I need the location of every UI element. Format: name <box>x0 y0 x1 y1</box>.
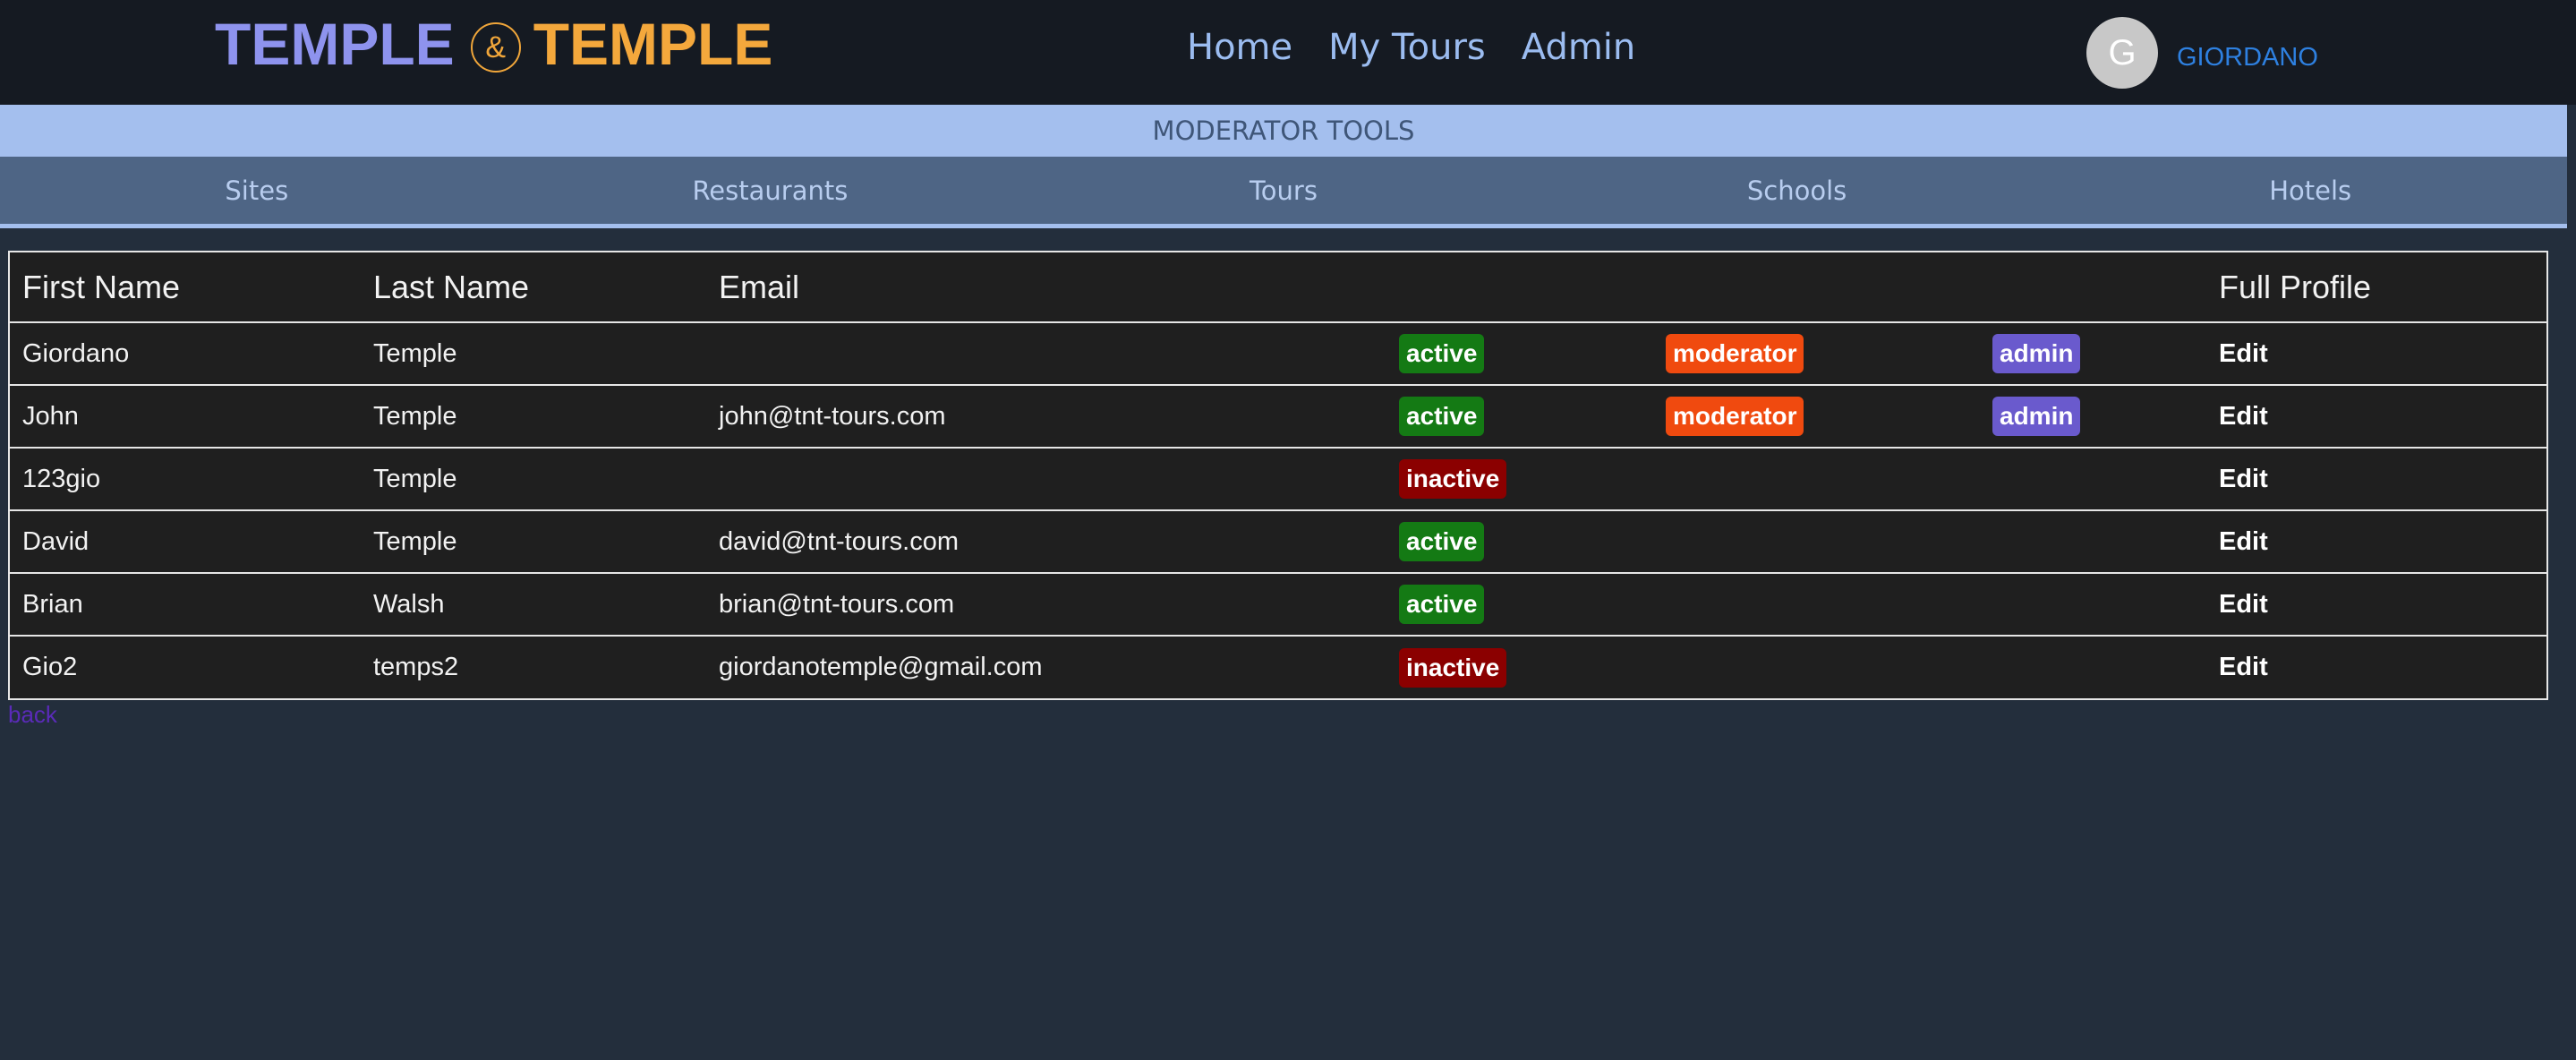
email-cell <box>706 447 1386 510</box>
table-row: Gio2 temps2 giordanotemple@gmail.com inacti… <box>10 635 2546 698</box>
first-name-cell: Giordano <box>10 321 361 385</box>
edit-cell: Edit <box>2206 635 2546 698</box>
nav-admin[interactable]: Admin <box>1522 27 1635 68</box>
col-admin <box>1980 252 2206 323</box>
mod-tab-hotels[interactable]: Hotels <box>2053 175 2567 206</box>
moderator-cell <box>1653 447 1980 510</box>
status-badge: active <box>1399 522 1485 561</box>
last-name-cell: temps2 <box>361 635 706 698</box>
email-cell <box>706 321 1386 385</box>
edit-profile-link[interactable]: Edit <box>2219 590 2268 619</box>
moderator-nav: Sites Restaurants Tours Schools Hotels <box>0 157 2567 228</box>
admin-cell: admin <box>1980 321 2206 385</box>
table-row: 123gio Temple inactive Edit <box>10 447 2546 510</box>
logo-word-temple-1: TEMPLE <box>215 11 455 77</box>
moderator-cell <box>1653 572 1980 636</box>
last-name-cell: Temple <box>361 384 706 448</box>
status-cell: active <box>1386 572 1653 636</box>
edit-cell: Edit <box>2206 509 2546 573</box>
status-badge: active <box>1399 334 1485 373</box>
status-badge: inactive <box>1399 459 1507 499</box>
status-cell: active <box>1386 384 1653 448</box>
username-link[interactable]: GIORDANO <box>2177 43 2318 73</box>
logo-word-temple-2: TEMPLE <box>533 11 773 77</box>
users-table: First Name Last Name Email Full Profile … <box>8 251 2548 700</box>
back-link[interactable]: back <box>8 701 57 729</box>
moderator-cell <box>1653 509 1980 573</box>
email-cell: john@tnt-tours.com <box>706 384 1386 448</box>
status-badge: active <box>1399 585 1485 624</box>
col-full-profile: Full Profile <box>2206 252 2546 323</box>
edit-cell: Edit <box>2206 321 2546 385</box>
table-row: David Temple david@tnt-tours.com active Edit <box>10 509 2546 573</box>
admin-cell <box>1980 635 2206 698</box>
status-cell: active <box>1386 509 1653 573</box>
edit-profile-link[interactable]: Edit <box>2219 653 2268 681</box>
admin-cell <box>1980 509 2206 573</box>
edit-profile-link[interactable]: Edit <box>2219 527 2268 556</box>
edit-profile-link[interactable]: Edit <box>2219 339 2268 368</box>
edit-profile-link[interactable]: Edit <box>2219 402 2268 431</box>
email-cell: brian@tnt-tours.com <box>706 572 1386 636</box>
table-header-row: First Name Last Name Email Full Profile <box>10 252 2546 323</box>
admin-cell <box>1980 447 2206 510</box>
edit-cell: Edit <box>2206 447 2546 510</box>
nav-my-tours[interactable]: My Tours <box>1328 27 1486 68</box>
moderator-tools-title: MODERATOR TOOLS <box>0 105 2567 157</box>
first-name-cell: John <box>10 384 361 448</box>
table-row: Brian Walsh brian@tnt-tours.com active Edit <box>10 572 2546 636</box>
moderator-cell <box>1653 635 1980 698</box>
status-badge: active <box>1399 397 1485 436</box>
email-cell: david@tnt-tours.com <box>706 509 1386 573</box>
first-name-cell: Brian <box>10 572 361 636</box>
col-last-name: Last Name <box>361 252 706 323</box>
top-header: TEMPLE & TEMPLE Home My Tours Admin G GI… <box>0 0 2576 105</box>
moderator-badge: moderator <box>1666 397 1804 436</box>
avatar[interactable]: G <box>2086 17 2158 89</box>
last-name-cell: Temple <box>361 447 706 510</box>
moderator-badge: moderator <box>1666 334 1804 373</box>
col-first-name: First Name <box>10 252 361 323</box>
first-name-cell: Gio2 <box>10 635 361 698</box>
last-name-cell: Temple <box>361 509 706 573</box>
first-name-cell: David <box>10 509 361 573</box>
main-nav: Home My Tours Admin <box>1187 27 1635 68</box>
admin-cell <box>1980 572 2206 636</box>
first-name-cell: 123gio <box>10 447 361 510</box>
status-cell: active <box>1386 321 1653 385</box>
admin-badge: admin <box>1992 397 2081 436</box>
mod-tab-tours[interactable]: Tours <box>1027 175 1540 206</box>
nav-home[interactable]: Home <box>1187 27 1292 68</box>
status-badge: inactive <box>1399 647 1507 688</box>
moderator-cell: moderator <box>1653 321 1980 385</box>
status-cell: inactive <box>1386 635 1653 698</box>
edit-cell: Edit <box>2206 384 2546 448</box>
admin-badge: admin <box>1992 334 2081 373</box>
last-name-cell: Walsh <box>361 572 706 636</box>
mod-tab-schools[interactable]: Schools <box>1540 175 2054 206</box>
mod-tab-sites[interactable]: Sites <box>0 175 514 206</box>
email-cell: giordanotemple@gmail.com <box>706 635 1386 698</box>
edit-profile-link[interactable]: Edit <box>2219 465 2268 493</box>
col-moderator <box>1653 252 1980 323</box>
mod-tab-restaurants[interactable]: Restaurants <box>514 175 1028 206</box>
status-cell: inactive <box>1386 447 1653 510</box>
col-status <box>1386 252 1653 323</box>
col-email: Email <box>706 252 1386 323</box>
moderator-cell: moderator <box>1653 384 1980 448</box>
last-name-cell: Temple <box>361 321 706 385</box>
table-row: John Temple john@tnt-tours.com active modera… <box>10 384 2546 448</box>
logo-ampersand: & <box>470 22 521 73</box>
table-row: Giordano Temple active moderator admin Edit <box>10 321 2546 385</box>
admin-cell: admin <box>1980 384 2206 448</box>
site-logo[interactable]: TEMPLE & TEMPLE <box>215 11 773 77</box>
edit-cell: Edit <box>2206 572 2546 636</box>
